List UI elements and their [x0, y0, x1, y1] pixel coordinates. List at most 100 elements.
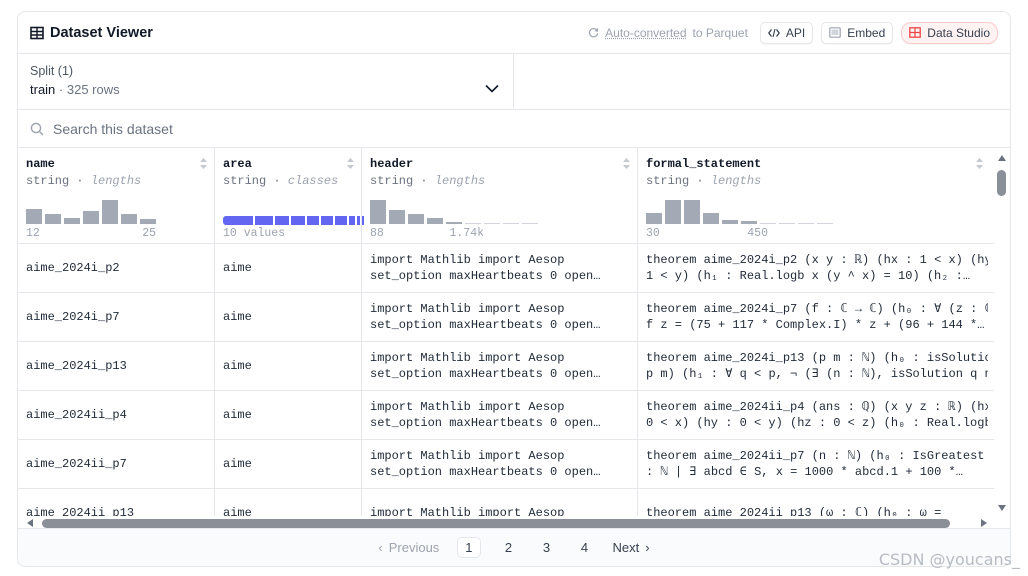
- histogram-bar[interactable]: [64, 218, 80, 224]
- histogram-bar[interactable]: [503, 223, 519, 224]
- auto-converted-link[interactable]: Auto-converted: [605, 26, 686, 40]
- cell-formal-statement[interactable]: theorem aime_2024ii_p7 (n : ℕ) (h₀ : IsG…: [638, 440, 996, 488]
- histogram-bar[interactable]: [370, 200, 386, 224]
- cell-header[interactable]: import Mathlib import Aesop set_option ma…: [362, 293, 638, 341]
- histogram-bar[interactable]: [140, 219, 156, 224]
- next-page-button[interactable]: Next ›: [613, 540, 650, 555]
- range-max: 1.74k: [449, 227, 484, 240]
- range-min: 88: [370, 227, 384, 240]
- histogram-bar[interactable]: [665, 200, 681, 224]
- scroll-left-icon[interactable]: [26, 518, 34, 528]
- cell-name[interactable]: aime_2024ii_p7: [18, 440, 215, 488]
- code-icon: [767, 28, 780, 37]
- search-icon: [30, 122, 44, 135]
- sort-icon[interactable]: [622, 157, 631, 170]
- scroll-down-icon[interactable]: [997, 504, 1007, 512]
- length-range: 12 25: [26, 227, 206, 240]
- column-header-formal-statement[interactable]: formal_statement string · lengths 30 450: [638, 148, 996, 243]
- vertical-scroll-thumb[interactable]: [997, 170, 1006, 196]
- cell-area[interactable]: aime: [215, 391, 362, 439]
- column-header-header[interactable]: header string · lengths 88 1.74k: [362, 148, 638, 243]
- previous-page-button[interactable]: ‹ Previous: [378, 540, 439, 555]
- page-button-2[interactable]: 2: [499, 540, 519, 555]
- histogram-bar[interactable]: [798, 223, 814, 224]
- api-button[interactable]: API: [759, 21, 814, 44]
- table-row[interactable]: aime_2024i_p2 aime import Mathlib import…: [18, 244, 996, 293]
- cell-name[interactable]: aime_2024i_p7: [18, 293, 215, 341]
- viewer-header: Dataset Viewer Auto-converted to Parquet…: [18, 12, 1010, 54]
- cell-formal-statement[interactable]: theorem aime_2024i_p13 (p m : ℕ) (h₀ : i…: [638, 342, 996, 390]
- chevron-down-icon[interactable]: [485, 84, 499, 93]
- histogram-bar[interactable]: [684, 200, 700, 224]
- page-button-4[interactable]: 4: [575, 540, 595, 555]
- embed-button[interactable]: Embed: [821, 21, 894, 44]
- histogram-bar[interactable]: [703, 213, 719, 224]
- histogram-header: [370, 192, 538, 224]
- search-input[interactable]: [53, 120, 653, 137]
- auto-converted-note[interactable]: Auto-converted to Parquet: [588, 26, 748, 40]
- sort-icon[interactable]: [346, 157, 355, 170]
- table-row[interactable]: aime_2024ii_p7 aime import Mathlib impor…: [18, 440, 996, 489]
- cell-header[interactable]: import Mathlib import Aesop set_option ma…: [362, 342, 638, 390]
- cell-area[interactable]: aime: [215, 293, 362, 341]
- histogram-bar[interactable]: [646, 213, 662, 224]
- column-name: name: [26, 157, 55, 171]
- range-min: 30: [646, 227, 660, 240]
- histogram-bar[interactable]: [389, 210, 405, 224]
- column-header-area[interactable]: area string · classes 10 values: [215, 148, 364, 243]
- histogram-bar[interactable]: [522, 223, 538, 224]
- histogram-bar[interactable]: [741, 221, 757, 224]
- histogram-bar[interactable]: [26, 209, 42, 224]
- cell-formal-statement[interactable]: theorem aime_2024ii_p4 (ans : ℚ) (x y z …: [638, 391, 996, 439]
- table-row[interactable]: aime_2024ii_p4 aime import Mathlib impor…: [18, 391, 996, 440]
- split-label: Split (1): [30, 64, 74, 78]
- histogram-bar[interactable]: [779, 223, 795, 224]
- table-row[interactable]: aime_2024i_p7 aime import Mathlib import…: [18, 293, 996, 342]
- column-header-name[interactable]: name string · lengths 12 25: [18, 148, 215, 243]
- range-max: 450: [747, 227, 768, 240]
- range-max: 25: [142, 227, 156, 240]
- watermark: CSDN @youcans_: [878, 550, 1020, 569]
- column-type: string · lengths: [646, 174, 762, 188]
- cell-formal-statement[interactable]: theorem aime_2024i_p7 (f : ℂ → ℂ) (h₀ : …: [638, 293, 996, 341]
- histogram-bar[interactable]: [102, 200, 118, 224]
- horizontal-scroll-thumb[interactable]: [42, 519, 950, 528]
- histogram-bar[interactable]: [760, 223, 776, 224]
- scroll-up-icon[interactable]: [997, 154, 1007, 162]
- cell-formal-statement[interactable]: theorem aime_2024i_p2 (x y : ℝ) (hx : 1 …: [638, 244, 996, 292]
- histogram-bar[interactable]: [45, 214, 61, 224]
- refresh-icon: [589, 27, 599, 38]
- histogram-bar[interactable]: [817, 223, 833, 224]
- histogram-bar[interactable]: [427, 218, 443, 224]
- cell-header[interactable]: import Mathlib import Aesop set_option ma…: [362, 440, 638, 488]
- sort-icon[interactable]: [975, 157, 984, 170]
- cell-name[interactable]: aime_2024i_p13: [18, 342, 215, 390]
- data-studio-button[interactable]: Data Studio: [901, 21, 998, 44]
- cell-area[interactable]: aime: [215, 244, 362, 292]
- split-selector[interactable]: Split (1) train · 325 rows: [18, 54, 514, 109]
- histogram-bar[interactable]: [83, 211, 99, 224]
- table-row[interactable]: aime_2024i_p13 aime import Mathlib impor…: [18, 342, 996, 391]
- sort-icon[interactable]: [199, 157, 208, 170]
- histogram-bar[interactable]: [465, 223, 481, 224]
- cell-name[interactable]: aime_2024ii_p4: [18, 391, 215, 439]
- page-button-1[interactable]: 1: [457, 537, 481, 558]
- histogram-bar[interactable]: [121, 214, 137, 224]
- chevron-left-icon: ‹: [378, 540, 383, 555]
- vertical-scrollbar[interactable]: [994, 148, 1010, 520]
- histogram-bar[interactable]: [446, 222, 462, 224]
- histogram-bar[interactable]: [408, 214, 424, 224]
- page-button-3[interactable]: 3: [537, 540, 557, 555]
- histogram-bar[interactable]: [722, 220, 738, 224]
- cell-name[interactable]: aime_2024i_p2: [18, 244, 215, 292]
- data-studio-label: Data Studio: [927, 25, 990, 40]
- cell-area[interactable]: aime: [215, 440, 362, 488]
- histogram-bar[interactable]: [484, 223, 500, 224]
- scroll-right-icon[interactable]: [980, 518, 988, 528]
- cell-header[interactable]: import Mathlib import Aesop set_option ma…: [362, 244, 638, 292]
- cell-header[interactable]: import Mathlib import Aesop set_option ma…: [362, 391, 638, 439]
- column-name: formal_statement: [646, 157, 762, 171]
- chevron-right-icon: ›: [645, 540, 650, 555]
- cell-area[interactable]: aime: [215, 342, 362, 390]
- length-range: 30 450: [646, 227, 988, 240]
